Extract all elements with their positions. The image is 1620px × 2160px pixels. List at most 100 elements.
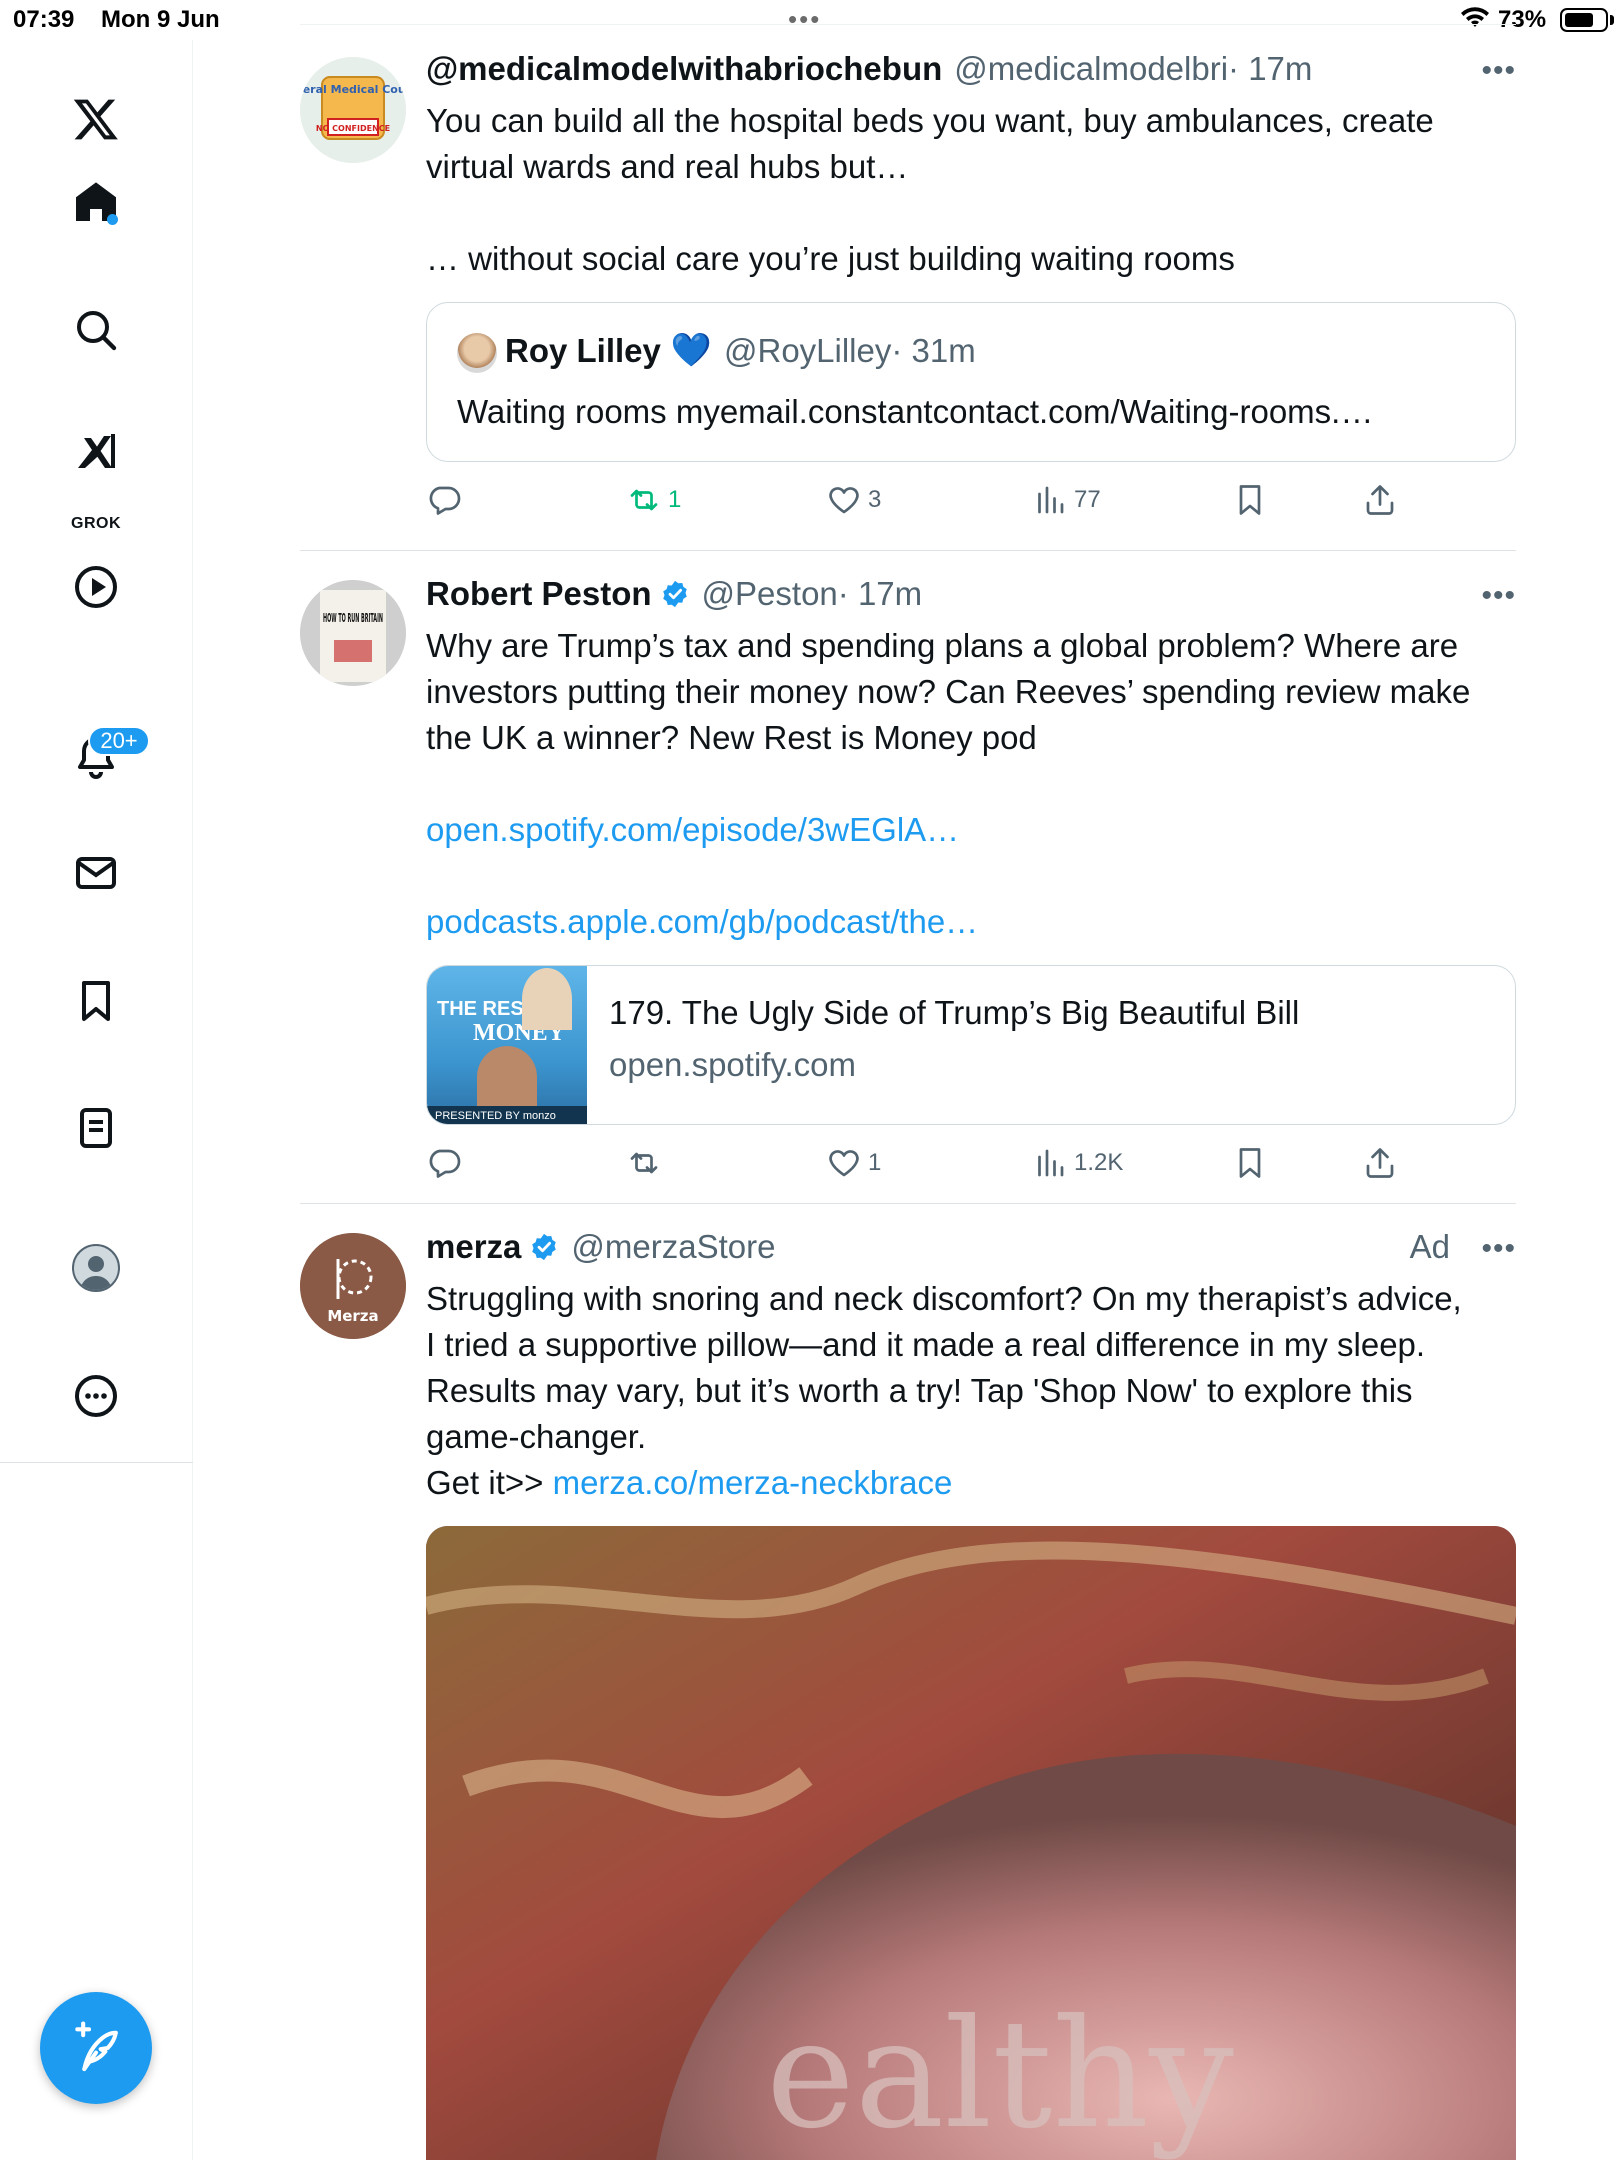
clock: 07:39	[13, 6, 75, 33]
grok-icon[interactable]	[67, 423, 125, 481]
list-icon[interactable]	[67, 1099, 125, 1157]
spotify-link[interactable]: open.spotify.com/episode/3wEGlA…	[426, 807, 1516, 853]
display-name[interactable]: merza	[426, 1228, 521, 1266]
tweet-text: Why are Trump’s tax and spending plans a…	[426, 623, 1516, 945]
like-button[interactable]: 1	[826, 1145, 881, 1181]
avatar[interactable]: HOW TO RUN BRITAIN	[300, 580, 406, 686]
sidebar-divider	[0, 1462, 193, 1463]
tweet-header: @medicalmodelwithabriochebun @medicalmod…	[426, 50, 1312, 88]
share-button[interactable]	[1362, 482, 1398, 518]
quoted-display-name: Roy Lilley	[505, 331, 661, 369]
date: Mon 9 Jun	[101, 6, 220, 33]
tweet-text-line: Struggling with snoring and neck discomf…	[426, 1280, 1462, 1317]
multitasking-dots-icon[interactable]: •••	[788, 6, 821, 32]
more-circle-icon[interactable]	[67, 1367, 125, 1425]
notification-badge: 20+	[88, 726, 150, 756]
tweet[interactable]: HOW TO RUN BRITAIN Robert Peston @Peston…	[300, 565, 1516, 1205]
tweet-ad[interactable]: Merza merza @merzaStore Ad ••• Strugglin…	[300, 1218, 1516, 2160]
reply-button[interactable]	[426, 482, 468, 518]
battery-icon	[1560, 8, 1608, 32]
heart-icon	[829, 1150, 859, 1177]
x-logo-icon[interactable]	[67, 90, 125, 148]
tweet-actions: 1 3 77	[426, 482, 1516, 526]
tweet-text-line: I tried a supportive pillow—and it made …	[426, 1326, 1426, 1363]
quoted-header: Roy Lilley 💙 @RoyLilley · 31m	[505, 331, 976, 370]
thumb-host-man	[477, 1046, 537, 1108]
verified-badge-icon	[532, 1233, 557, 1261]
timestamp[interactable]: · 17m	[838, 575, 922, 613]
quoted-text: Waiting rooms myemail.constantcontact.co…	[457, 393, 1374, 430]
tweet-text-line: You can build all the hospital beds you …	[426, 102, 1434, 139]
wifi-icon	[1461, 7, 1489, 27]
video-play-icon[interactable]	[67, 558, 125, 616]
blue-heart-icon: 💙	[670, 331, 712, 368]
tweet-text: Struggling with snoring and neck discomf…	[426, 1276, 1516, 1506]
compose-post-button[interactable]	[40, 1992, 152, 2104]
avatar-gmc-text: General Medical Council	[300, 83, 406, 96]
tweet-text-line: … without social care you’re just buildi…	[426, 240, 1235, 277]
display-name[interactable]: Robert Peston	[426, 575, 652, 613]
thumb-footer: PRESENTED BY monzo	[427, 1106, 587, 1124]
handle[interactable]: @Peston	[702, 575, 838, 613]
quoted-avatar[interactable]	[457, 333, 497, 373]
link-prefix: Get it>>	[426, 1464, 553, 1501]
podcast-thumbnail: THE REST IS MONEY PRESENTED BY monzo	[427, 966, 587, 1124]
profile-icon[interactable]	[72, 1244, 120, 1292]
repost-button[interactable]	[626, 1145, 668, 1181]
avatar[interactable]: Merza	[300, 1233, 406, 1339]
avatar-book-title: HOW TO RUN BRITAIN	[323, 611, 383, 625]
tweet-divider	[300, 1203, 1516, 1204]
bookmark-icon	[1239, 1148, 1261, 1178]
bookmark-button[interactable]	[1232, 482, 1268, 518]
quoted-timestamp: · 31m	[891, 331, 976, 369]
product-link[interactable]: merza.co/merza-neckbrace	[553, 1464, 953, 1501]
ad-label: Ad	[1409, 1228, 1450, 1265]
bookmark-button[interactable]	[1232, 1145, 1268, 1181]
card-domain: open.spotify.com	[609, 1046, 857, 1083]
tweet-text-line: investors putting their money now? Can R…	[426, 673, 1471, 710]
ad-video-media[interactable]: ealthy	[426, 1526, 1516, 2160]
share-icon	[1366, 485, 1394, 515]
like-count: 3	[868, 486, 882, 513]
display-name[interactable]: @medicalmodelwithabriochebun	[426, 50, 942, 88]
reply-button[interactable]	[426, 1145, 468, 1181]
views-button[interactable]: 1.2K	[1032, 1145, 1123, 1181]
tweet-header: Robert Peston @Peston · 17m	[426, 575, 922, 613]
more-options-icon[interactable]: •••	[1481, 579, 1516, 613]
link-preview-card[interactable]: THE REST IS MONEY PRESENTED BY monzo 179…	[426, 965, 1516, 1125]
heart-icon	[829, 487, 859, 514]
tweet-text-line: the UK a winner? New Rest is Money pod	[426, 719, 1037, 756]
tweet-text: You can build all the hospital beds you …	[426, 98, 1516, 282]
tweet-text-line: Results may vary, but it’s worth a try! …	[426, 1372, 1413, 1409]
avatar-stamp-text: NO CONFIDENCE	[316, 124, 390, 133]
repost-icon	[630, 1152, 658, 1174]
handle[interactable]: @merzaStore	[571, 1228, 775, 1266]
like-button[interactable]: 3	[826, 482, 881, 518]
media-image: ealthy	[426, 1526, 1516, 2160]
views-chart-icon	[1038, 486, 1064, 514]
apple-podcasts-link[interactable]: podcasts.apple.com/gb/podcast/the…	[426, 899, 1516, 945]
repost-count: 1	[668, 486, 682, 513]
more-options-icon[interactable]: •••	[1481, 1232, 1516, 1266]
card-title: 179. The Ugly Side of Trump’s Big Beauti…	[609, 994, 1300, 1031]
timestamp[interactable]: · 17m	[1228, 50, 1312, 88]
tweet-divider	[300, 550, 1516, 551]
more-options-icon[interactable]: •••	[1481, 54, 1516, 88]
search-icon[interactable]	[67, 301, 125, 359]
views-button[interactable]: 77	[1032, 482, 1101, 518]
share-button[interactable]	[1362, 1145, 1398, 1181]
status-bar: 07:39 Mon 9 Jun ••• 73%	[0, 0, 1620, 40]
tweet-text-line: virtual wards and real hubs but…	[426, 148, 909, 185]
bookmark-icon[interactable]	[67, 972, 125, 1030]
repost-button[interactable]: 1	[626, 482, 681, 518]
mail-icon[interactable]	[67, 844, 125, 902]
tweet-header: merza @merzaStore	[426, 1228, 775, 1266]
avatar[interactable]: General Medical Council NO CONFIDENCE	[300, 57, 406, 163]
quoted-tweet[interactable]: Roy Lilley 💙 @RoyLilley · 31m Waiting ro…	[426, 302, 1516, 462]
tweet-text-line: Why are Trump’s tax and spending plans a…	[426, 627, 1459, 664]
battery-nub	[1610, 15, 1614, 25]
sidebar: GROK 20+	[0, 40, 193, 2160]
tweet-actions: 1 1.2K	[426, 1145, 1516, 1189]
tweet[interactable]: General Medical Council NO CONFIDENCE @m…	[300, 40, 1516, 550]
handle[interactable]: @medicalmodelbri	[954, 50, 1228, 88]
